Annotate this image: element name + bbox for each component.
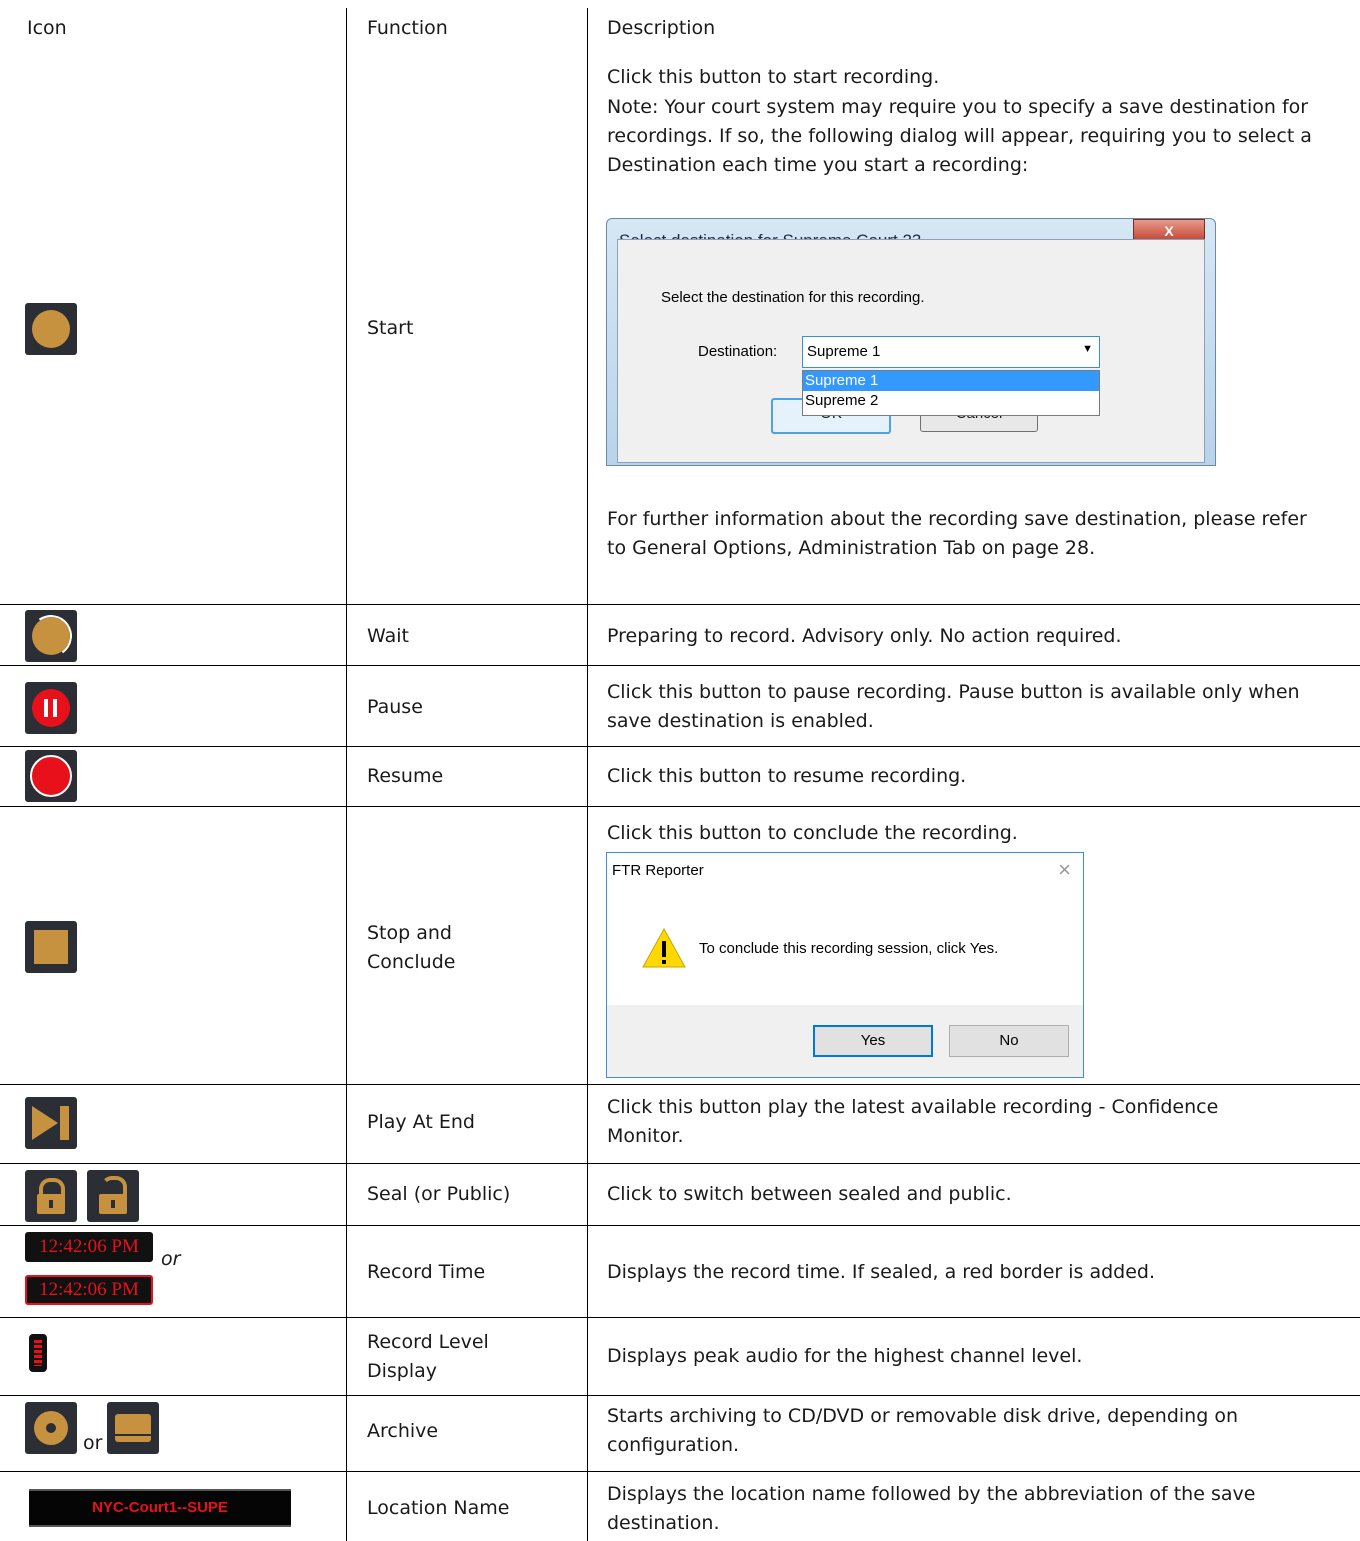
row-divider [0, 746, 1360, 747]
conclude-message: To conclude this recording session, clic… [699, 940, 999, 957]
play-desc: Click this button play the latest availa… [607, 1096, 1219, 1147]
row-divider [0, 1471, 1360, 1472]
row-divider [0, 806, 1360, 807]
location-function: Location Name [367, 1497, 510, 1519]
record-time-sealed-display: 12:42:06 PM [25, 1275, 153, 1305]
row-divider [0, 1225, 1360, 1226]
play-at-end-icon [25, 1097, 77, 1149]
unlock-icon [87, 1170, 139, 1222]
row-divider [0, 1395, 1360, 1396]
wait-desc: Preparing to record. Advisory only. No a… [607, 625, 1122, 647]
column-divider-2 [587, 8, 588, 1541]
row-divider [0, 665, 1360, 666]
pause-icon [25, 682, 77, 734]
drive-icon [107, 1402, 159, 1454]
destination-dropdown-list: Supreme 1 Supreme 2 [802, 370, 1100, 416]
conclude-dialog: FTR Reporter × To conclude this recordin… [606, 852, 1084, 1078]
dialog-title: FTR Reporter [612, 862, 704, 879]
header-icon: Icon [27, 17, 67, 39]
yes-button[interactable]: Yes [813, 1025, 933, 1057]
start-record-icon [25, 303, 77, 355]
destination-dialog: Select destination for Supreme Court 23 … [606, 218, 1216, 466]
destination-label: Destination: [698, 343, 778, 360]
wait-icon [25, 610, 77, 662]
row-divider [0, 1317, 1360, 1318]
close-icon[interactable]: × [1058, 857, 1071, 883]
no-button[interactable]: No [949, 1025, 1069, 1057]
resume-icon [25, 750, 77, 802]
dialog-prompt: Select the destination for this recordin… [661, 289, 925, 306]
archive-function: Archive [367, 1420, 439, 1442]
column-divider-1 [346, 8, 347, 1541]
pause-desc: Click this button to pause recording. Pa… [607, 681, 1300, 732]
disc-icon [25, 1402, 77, 1454]
start-desc-2: Note: Your court system may require you … [607, 96, 1312, 176]
row-divider [0, 1163, 1360, 1164]
destination-select[interactable]: Supreme 1 ▼ [802, 336, 1100, 368]
row-divider [0, 1084, 1360, 1085]
row-divider [0, 604, 1360, 605]
stop-function: Stop and Conclude [367, 922, 456, 973]
rlevel-desc: Displays peak audio for the highest chan… [607, 1345, 1083, 1367]
rlevel-function: Record Level Display [367, 1331, 489, 1382]
header-description: Description [607, 17, 716, 39]
stop-desc: Click this button to conclude the record… [607, 822, 1018, 844]
destination-option-2[interactable]: Supreme 2 [803, 391, 1099, 411]
wait-function: Wait [367, 625, 409, 647]
destination-option-1[interactable]: Supreme 1 [803, 371, 1099, 391]
rtime-function: Record Time [367, 1261, 486, 1283]
archive-desc: Starts archiving to CD/DVD or removable … [607, 1405, 1238, 1456]
start-desc-3: For further information about the record… [607, 508, 1307, 559]
destination-selected-value: Supreme 1 [807, 343, 881, 360]
resume-desc: Click this button to resume recording. [607, 765, 967, 787]
rtime-desc: Displays the record time. If sealed, a r… [607, 1261, 1156, 1283]
or-label: or [161, 1248, 181, 1270]
lock-icon [25, 1170, 77, 1222]
start-function: Start [367, 317, 414, 339]
record-level-meter-icon [29, 1334, 47, 1372]
header-function: Function [367, 17, 448, 39]
seal-function: Seal (or Public) [367, 1183, 511, 1205]
location-name-display: NYC-Court1--SUPE [29, 1489, 291, 1527]
chevron-down-icon[interactable]: ▼ [1082, 343, 1093, 355]
resume-function: Resume [367, 765, 444, 787]
location-desc: Displays the location name followed by t… [607, 1483, 1256, 1534]
warning-icon [642, 927, 686, 968]
start-desc-1: Click this button to start recording. [607, 66, 940, 88]
seal-desc: Click to switch between sealed and publi… [607, 1183, 1012, 1205]
pause-function: Pause [367, 696, 423, 718]
record-time-display: 12:42:06 PM [25, 1232, 153, 1262]
play-function: Play At End [367, 1111, 475, 1133]
stop-icon [25, 921, 77, 973]
or-label: or [83, 1432, 103, 1454]
